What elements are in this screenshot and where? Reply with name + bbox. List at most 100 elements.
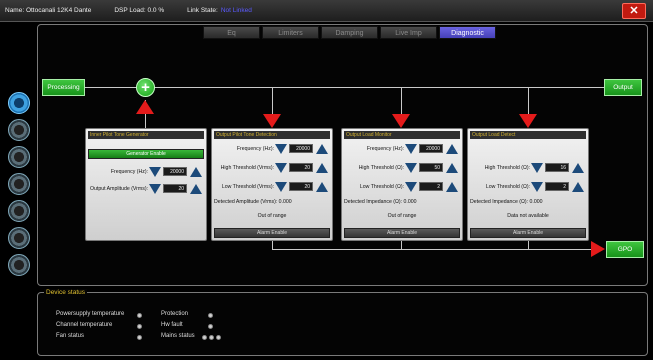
processing-block[interactable]: Processing: [42, 79, 85, 96]
high-threshold-label: High Threshold (Ω):: [484, 165, 530, 171]
decrease-icon[interactable]: [405, 144, 417, 154]
channel-icon[interactable]: [8, 254, 30, 276]
arrow-right-icon: [591, 241, 605, 257]
powersupply-temperature-label: Powersupply temperature: [56, 311, 125, 317]
increase-icon[interactable]: [316, 144, 328, 154]
tab-live-imp[interactable]: Live Imp: [380, 26, 437, 39]
high-threshold-field[interactable]: 50: [419, 163, 443, 172]
generator-enable-button[interactable]: Generator Enable: [88, 149, 204, 159]
frequency-label: Frequency (Hz):: [236, 146, 274, 152]
tab-eq[interactable]: Eq: [203, 26, 260, 39]
decrease-icon[interactable]: [405, 163, 417, 173]
increase-icon[interactable]: [446, 144, 458, 154]
panel-title: Inner Pilot Tone Generator: [88, 131, 204, 139]
high-threshold-row: High Threshold (Ω): 50: [344, 162, 460, 174]
device-name: Name: Ottocanali 12K4 Dante: [5, 7, 92, 14]
protection-row: Protection: [161, 311, 188, 317]
low-threshold-row: Low Threshold (Ω): 2: [344, 181, 460, 193]
high-threshold-row: High Threshold (Vrms): 20: [214, 162, 330, 174]
channel-icon[interactable]: [8, 227, 30, 249]
frequency-label: Frequency (Hz):: [366, 146, 404, 152]
low-threshold-label: Low Threshold (Vrms):: [221, 184, 274, 190]
add-icon[interactable]: +: [136, 78, 155, 97]
gpo-block[interactable]: GPO: [606, 241, 644, 258]
alarm-enable-button[interactable]: Alarm Enable: [470, 228, 586, 238]
high-threshold-field[interactable]: 20: [289, 163, 313, 172]
detected-amplitude: Detected Amplitude (Vrms): 0.000: [214, 199, 292, 205]
increase-icon[interactable]: [316, 182, 328, 192]
low-threshold-row: Low Threshold (Ω): 2: [470, 181, 586, 193]
signal-line: [272, 241, 273, 249]
detected-impedance: Detected Impedance (Ω): 0.000: [344, 199, 417, 205]
signal-line: [272, 249, 591, 250]
decrease-icon[interactable]: [275, 182, 287, 192]
status-led-icon: [208, 324, 213, 329]
tab-damping[interactable]: Damping: [321, 26, 378, 39]
channel-icon[interactable]: [8, 92, 30, 114]
decrease-icon[interactable]: [275, 163, 287, 173]
frequency-field[interactable]: 20000: [419, 144, 443, 153]
channel-icon[interactable]: [8, 146, 30, 168]
pilot-tone-generator-panel: Inner Pilot Tone Generator Generator Ena…: [85, 128, 207, 241]
low-threshold-field[interactable]: 2: [545, 182, 569, 191]
high-threshold-field[interactable]: 16: [545, 163, 569, 172]
frequency-field[interactable]: 20000: [163, 167, 187, 176]
decrease-icon[interactable]: [531, 163, 543, 173]
increase-icon[interactable]: [190, 167, 202, 177]
arrow-up-icon: [136, 100, 154, 114]
low-threshold-field[interactable]: 20: [289, 182, 313, 191]
increase-icon[interactable]: [572, 163, 584, 173]
decrease-icon[interactable]: [149, 167, 161, 177]
low-threshold-label: Low Threshold (Ω):: [485, 184, 530, 190]
channel-icon[interactable]: [8, 119, 30, 141]
status-text: Out of range: [387, 213, 417, 219]
frequency-row: Frequency (Hz): 20000: [88, 166, 204, 178]
increase-icon[interactable]: [572, 182, 584, 192]
device-status-panel: Device status Powersupply temperature Ch…: [37, 289, 648, 356]
status-led-icon: [209, 335, 214, 340]
mains-status-row: Mains status: [161, 333, 195, 339]
decrease-icon[interactable]: [531, 182, 543, 192]
output-block[interactable]: Output: [604, 79, 642, 96]
frequency-label: Frequency (Hz):: [110, 169, 148, 175]
increase-icon[interactable]: [446, 182, 458, 192]
channel-icon[interactable]: [8, 173, 30, 195]
amplitude-field[interactable]: 20: [163, 184, 187, 193]
arrow-down-icon: [392, 114, 410, 128]
amplitude-row: Output Amplitude (Vrms): 20: [88, 183, 204, 195]
high-threshold-label: High Threshold (Vrms):: [220, 165, 274, 171]
load-detect-panel: Output Load Detect High Threshold (Ω): 1…: [467, 128, 589, 241]
decrease-icon[interactable]: [405, 182, 417, 192]
signal-line: [272, 87, 273, 115]
increase-icon[interactable]: [316, 163, 328, 173]
decrease-icon[interactable]: [275, 144, 287, 154]
pilot-tone-detection-panel: Output Pilot Tone Detection Frequency (H…: [211, 128, 333, 241]
channel-temperature-label: Channel temperature: [56, 322, 113, 328]
increase-icon[interactable]: [446, 163, 458, 173]
tab-limiters[interactable]: Limiters: [262, 26, 319, 39]
arrow-down-icon: [263, 114, 281, 128]
status-led-icon: [208, 313, 213, 318]
tab-diagnostic[interactable]: Diagnostic: [439, 26, 496, 39]
frequency-field[interactable]: 20000: [289, 144, 313, 153]
low-threshold-field[interactable]: 2: [419, 182, 443, 191]
alarm-enable-button[interactable]: Alarm Enable: [214, 228, 330, 238]
increase-icon[interactable]: [190, 184, 202, 194]
status-text: Out of range: [257, 213, 287, 219]
device-status-title: Device status: [44, 289, 88, 296]
decrease-icon[interactable]: [149, 184, 161, 194]
tab-bar: Eq Limiters Damping Live Imp Diagnostic: [203, 26, 498, 39]
status-led-icon: [202, 335, 207, 340]
status-led-icon: [137, 324, 142, 329]
fan-status-label: Fan status: [56, 333, 85, 339]
dsp-load: DSP Load: 0.0 %: [114, 7, 165, 14]
link-state-value: Not Linked: [220, 7, 252, 14]
close-button[interactable]: ✕: [622, 3, 646, 19]
alarm-enable-button[interactable]: Alarm Enable: [344, 228, 460, 238]
hw-fault-row: Hw fault: [161, 322, 183, 328]
low-threshold-label: Low Threshold (Ω):: [359, 184, 404, 190]
channel-temperature-row: Channel temperature: [56, 322, 112, 328]
title-bar: Name: Ottocanali 12K4 Dante DSP Load: 0.…: [0, 0, 653, 22]
channel-icon[interactable]: [8, 200, 30, 222]
panel-title: Output Load Monitor: [344, 131, 460, 139]
